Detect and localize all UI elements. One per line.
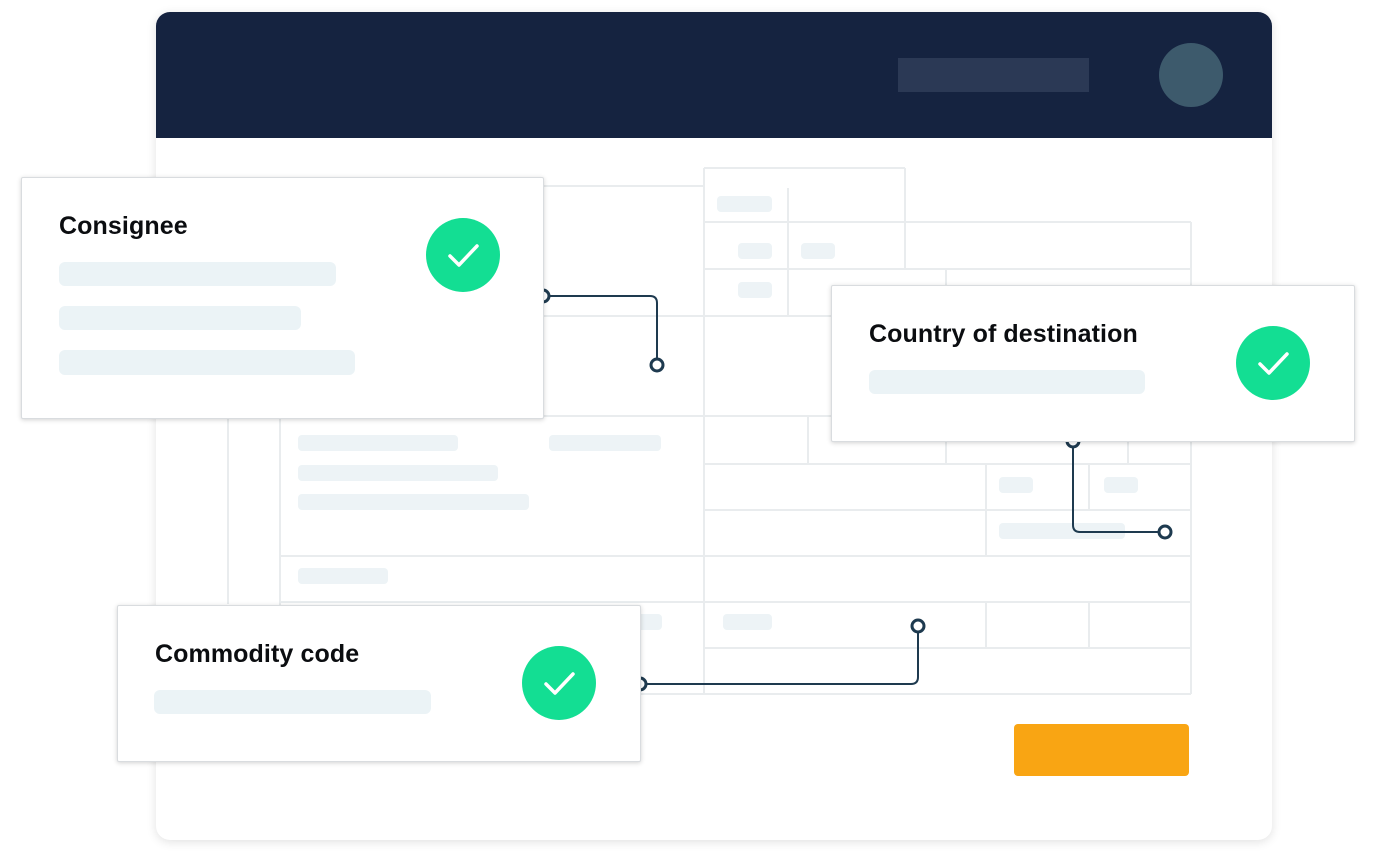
field-placeholder (1104, 477, 1138, 493)
destination-card: Country of destination (831, 285, 1355, 442)
field-placeholder (999, 477, 1033, 493)
field-placeholder (723, 614, 772, 630)
text-placeholder (154, 690, 431, 714)
field-placeholder (738, 282, 772, 298)
field-placeholder (717, 196, 772, 212)
app-header (156, 12, 1272, 138)
consignee-card: Consignee (21, 177, 544, 419)
commodity-title: Commodity code (155, 640, 360, 668)
field-placeholder (999, 523, 1125, 539)
checkmark-icon (1236, 326, 1310, 400)
field-placeholder (738, 243, 772, 259)
field-placeholder (298, 494, 529, 510)
checkmark-icon (522, 646, 596, 720)
checkmark-icon (426, 218, 500, 292)
destination-title: Country of destination (869, 320, 1138, 348)
field-placeholder (549, 435, 661, 451)
text-placeholder (59, 306, 301, 330)
field-placeholder (298, 465, 498, 481)
field-placeholder (298, 435, 458, 451)
text-placeholder (869, 370, 1145, 394)
text-placeholder (59, 350, 355, 375)
avatar-icon[interactable] (1159, 43, 1223, 107)
field-placeholder (801, 243, 835, 259)
field-placeholder (298, 568, 388, 584)
commodity-card: Commodity code (117, 605, 641, 762)
text-placeholder (59, 262, 336, 286)
consignee-title: Consignee (59, 212, 188, 240)
submit-button[interactable] (1014, 724, 1189, 776)
header-search-placeholder[interactable] (898, 58, 1089, 92)
